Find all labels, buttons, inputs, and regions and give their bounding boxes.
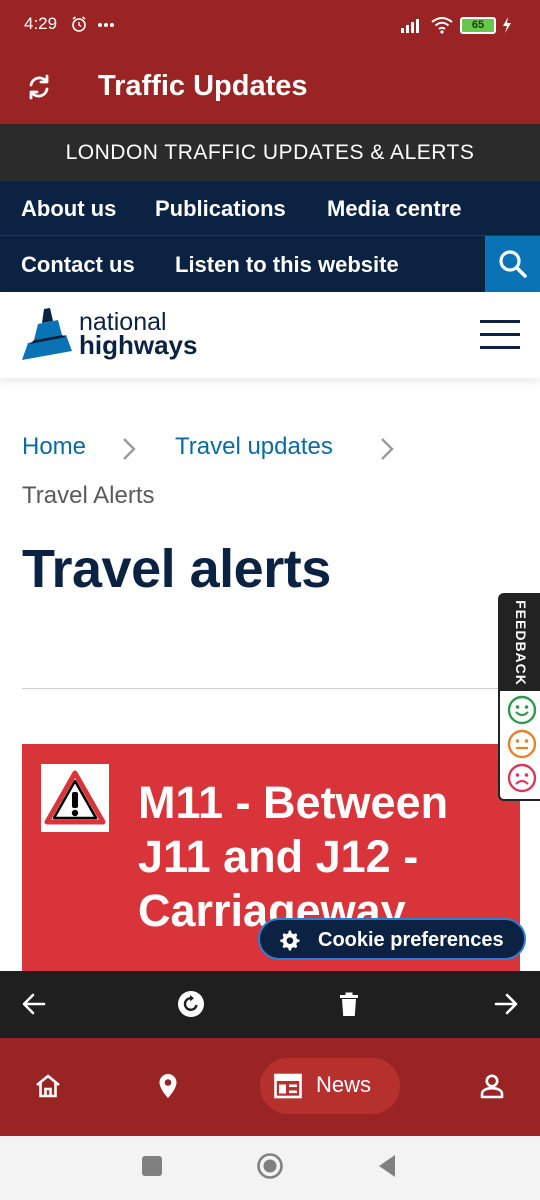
- nav-listen[interactable]: Listen to this website: [175, 252, 399, 278]
- neutral-face-icon[interactable]: [507, 729, 537, 759]
- nav-news-tab[interactable]: News: [260, 1058, 400, 1114]
- bottom-navigation: News: [0, 1038, 540, 1136]
- search-button[interactable]: [485, 236, 540, 292]
- forward-arrow-icon[interactable]: [492, 990, 520, 1018]
- battery-indicator: 65: [460, 16, 496, 34]
- site-banner: LONDON TRAFFIC UPDATES & ALERTS: [0, 124, 540, 181]
- signal-icon: [401, 19, 419, 33]
- app-bar: Traffic Updates: [0, 50, 540, 124]
- page-title: Travel alerts: [22, 539, 331, 599]
- breadcrumb-current: Travel Alerts: [22, 482, 155, 509]
- nav-about-us[interactable]: About us: [21, 196, 116, 222]
- feedback-tab[interactable]: FEEDBACK: [498, 593, 540, 801]
- happy-face-icon[interactable]: [507, 695, 537, 725]
- nav-contact-us[interactable]: Contact us: [21, 252, 135, 278]
- breadcrumb-travel-updates[interactable]: Travel updates: [175, 433, 333, 461]
- cookie-preferences-button[interactable]: Cookie preferences: [258, 918, 526, 960]
- alert-title: M11 - Between J11 and J12 - Carriageway: [138, 777, 449, 936]
- more-notifications-icon: [98, 23, 114, 27]
- browser-toolbar: [0, 971, 540, 1038]
- app-title: Traffic Updates: [98, 70, 308, 102]
- status-bar: 4:29 65: [0, 0, 540, 50]
- nav-publications[interactable]: Publications: [155, 196, 286, 222]
- wifi-icon: [431, 17, 453, 34]
- location-pin-icon[interactable]: [154, 1072, 182, 1100]
- system-navigation-bar: [0, 1136, 540, 1200]
- alarm-icon: [72, 16, 86, 32]
- status-time: 4:29: [24, 14, 58, 33]
- site-logo[interactable]: national highways: [0, 292, 210, 378]
- gear-icon: [280, 930, 300, 951]
- hamburger-icon: [480, 320, 520, 323]
- logo-text-line2: highways: [79, 330, 198, 360]
- refresh-icon[interactable]: [24, 72, 54, 102]
- cookie-preferences-label: Cookie preferences: [318, 929, 504, 951]
- trash-icon[interactable]: [335, 990, 363, 1018]
- back-button-icon[interactable]: [376, 1153, 398, 1179]
- search-icon: [499, 250, 527, 278]
- back-arrow-icon[interactable]: [20, 990, 48, 1018]
- reload-icon[interactable]: [177, 990, 205, 1018]
- recent-apps-button[interactable]: [142, 1156, 162, 1176]
- national-highways-logo-icon: [22, 308, 72, 360]
- nav-news-label: News: [316, 1072, 372, 1097]
- breadcrumb-home[interactable]: Home: [22, 433, 86, 461]
- divider: [22, 688, 518, 689]
- sad-face-icon[interactable]: [507, 763, 537, 793]
- chevron-right-icon: [123, 438, 136, 460]
- site-header: national highways: [0, 292, 540, 378]
- profile-icon[interactable]: [478, 1072, 506, 1100]
- nav-media-centre[interactable]: Media centre: [327, 196, 462, 222]
- home-button-icon[interactable]: [256, 1152, 284, 1180]
- chevron-right-icon: [381, 438, 394, 460]
- newspaper-icon: [274, 1073, 302, 1099]
- menu-button[interactable]: [480, 320, 520, 350]
- site-nav: About us Publications Media centre Conta…: [0, 181, 540, 292]
- feedback-label: FEEDBACK: [513, 600, 529, 686]
- home-icon[interactable]: [34, 1072, 62, 1100]
- charging-icon: [503, 17, 511, 33]
- warning-icon: [41, 764, 109, 832]
